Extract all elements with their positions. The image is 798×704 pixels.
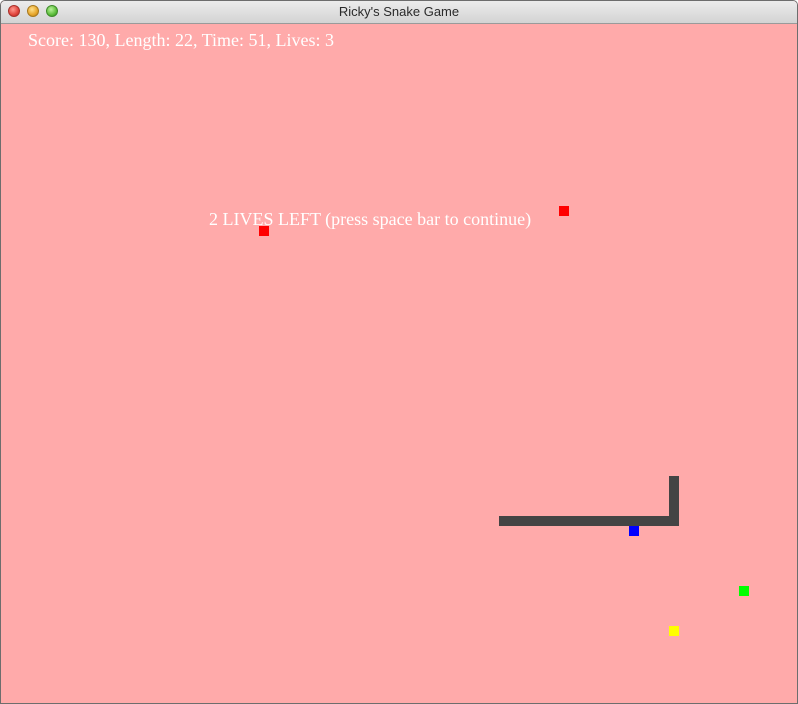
yellow-item bbox=[669, 626, 679, 636]
lives-left-message: 2 LIVES LEFT (press space bar to continu… bbox=[209, 209, 532, 229]
game-window: Ricky's Snake Game Score: 130, Length: 2… bbox=[0, 0, 798, 704]
green-item bbox=[739, 586, 749, 596]
window-title: Ricky's Snake Game bbox=[338, 4, 460, 19]
score-status-text: Score: 130, Length: 22, Time: 51, Lives:… bbox=[28, 30, 334, 50]
game-canvas[interactable]: Score: 130, Length: 22, Time: 51, Lives:… bbox=[1, 24, 797, 703]
title-bar: Ricky's Snake Game bbox=[1, 1, 797, 24]
blue-item bbox=[629, 526, 639, 536]
red-item bbox=[259, 226, 269, 236]
red-item bbox=[559, 206, 569, 216]
snake-body-horizontal bbox=[499, 516, 679, 526]
